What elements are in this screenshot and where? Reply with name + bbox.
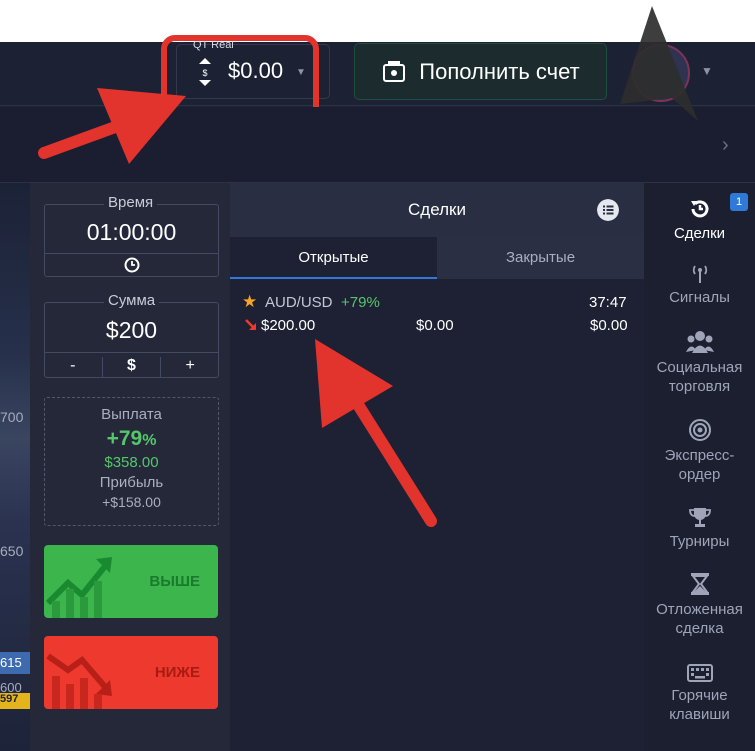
tab-closed-deals[interactable]: Закрытые [437,237,644,279]
sidebar-item-label: Турниры [669,533,730,550]
sidebar-item-tournaments[interactable]: Турниры [644,506,755,551]
hourglass-icon [690,573,709,595]
currency-button[interactable]: $ [101,357,161,378]
list-icon[interactable] [597,199,619,221]
price-axis-label: 700 [0,409,24,425]
sidebar-item-label: Горячие клавиши [669,687,730,723]
payout-amount: $358.00 [104,454,159,471]
sidebar-item-label: Сигналы [669,289,730,306]
time-label: Время [104,194,158,211]
payout-label: Выплата [101,406,162,423]
up-label: ВЫШЕ [149,573,200,590]
trend-up-icon [45,557,112,618]
sidebar-item-hotkeys[interactable]: Горячие клавиши [644,664,755,724]
deposit-label: Пополнить счет [419,58,580,84]
sidebar-item-label: Экспресс-ордер [664,447,735,483]
trend-down-icon [46,653,112,709]
amount-controls: - $ + [44,352,219,378]
deal-value: $0.00 [416,317,454,334]
deals-title: Сделки [408,200,466,219]
target-icon [688,419,711,441]
signal-icon [692,265,707,283]
chevron-right-icon[interactable]: › [722,134,729,157]
history-icon [690,200,708,218]
price-marker-tag: 597 [0,693,30,709]
current-price-tag: 615 [0,652,30,674]
payout-box: Выплата +79% $358.00 Прибыль +$158.00 [44,397,219,526]
deal-profit: $0.00 [590,317,628,334]
deposit-button[interactable]: Пополнить счет [354,43,607,100]
chevron-down-icon[interactable]: ▼ [701,64,713,78]
sidebar-item-label: Отложенная сделка [656,601,743,637]
buy-up-button[interactable]: ВЫШЕ [44,545,218,618]
keyboard-icon [686,664,713,682]
buy-down-button[interactable]: НИЖЕ [44,636,218,709]
decrease-button[interactable]: - [44,357,102,378]
deal-amount: $200.00 [261,317,316,334]
sidebar-item-label: Социальная торговля [656,359,743,395]
amount-value[interactable]: $200 [44,317,219,344]
clock-icon[interactable] [124,257,140,273]
amount-label: Сумма [104,292,160,309]
star-icon[interactable]: ★ [242,292,257,312]
time-picker-row[interactable] [44,253,219,277]
avatar[interactable] [632,44,690,102]
down-label: НИЖЕ [154,664,200,681]
sidebar-item-signals[interactable]: Сигналы [644,264,755,307]
deal-percent: +79% [341,294,380,311]
deal-time-left: 37:47 [589,294,627,311]
sidebar-item-pending-trade[interactable]: Отложенная сделка [644,572,755,638]
sidebar-item-express-order[interactable]: Экспресс-ордер [644,418,755,484]
increase-button[interactable]: + [160,357,219,378]
deal-item[interactable]: ★ AUD/USD +79% 37:47 $200.00 $0.00 $0.00 [230,286,644,340]
users-icon [685,331,714,353]
asset-tabs-bar [0,107,755,183]
browser-top-area [0,0,755,42]
sidebar-item-social-trading[interactable]: Социальная торговля [644,330,755,396]
profit-label: Прибыль [99,474,164,491]
profit-amount: +$158.00 [102,494,161,510]
sidebar-item-label: Сделки [673,225,726,242]
wallet-icon [383,60,406,82]
time-value[interactable]: 01:00:00 [44,219,219,246]
payout-percent: +79% [106,427,157,450]
sidebar-item-deals[interactable]: Сделки [644,198,755,243]
price-axis-label: 650 [0,543,24,559]
deal-pair: AUD/USD [265,294,333,311]
tab-open-deals[interactable]: Открытые [230,237,437,279]
trophy-icon [688,508,711,527]
arrow-down-right-icon [245,319,256,330]
